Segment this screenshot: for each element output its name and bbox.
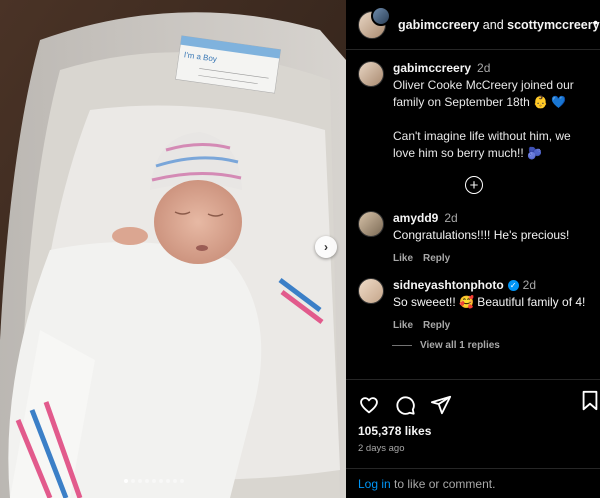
carousel-dots xyxy=(124,479,184,483)
like-comment-link[interactable]: Like xyxy=(393,320,413,331)
post-authors: gabimccreery and scottymccreery xyxy=(398,18,600,32)
carousel-dot xyxy=(166,479,170,483)
like-comment-link[interactable]: Like xyxy=(393,253,413,264)
comment-username[interactable]: sidneyashtonphoto xyxy=(393,278,504,292)
comment-username[interactable]: amydd9 xyxy=(393,211,438,225)
carousel-dot xyxy=(152,479,156,483)
comment-row: sidneyashtonphoto ✓ 2d So sweeet!! 🥰 Beaut… xyxy=(358,277,590,334)
heart-icon[interactable] xyxy=(358,394,380,416)
reply-link[interactable]: Reply xyxy=(423,253,450,264)
verified-badge-icon: ✓ xyxy=(507,280,519,291)
carousel-dot xyxy=(173,479,177,483)
newborn-photo-illustration: I'm a Boy xyxy=(0,0,346,498)
login-prompt: Log in to like or comment. xyxy=(346,468,600,498)
carousel-dot xyxy=(180,479,184,483)
carousel-dot xyxy=(124,479,128,483)
load-more-comments-button[interactable]: + xyxy=(358,176,590,194)
view-replies-link[interactable]: View all 1 replies xyxy=(392,340,590,351)
avatar[interactable] xyxy=(358,61,384,87)
bookmark-icon[interactable] xyxy=(580,390,600,412)
author-username[interactable]: gabimccreery xyxy=(398,18,479,32)
caption-text-2: Can't imagine life without him, we love … xyxy=(393,129,571,160)
carousel-dot xyxy=(159,479,163,483)
plus-circle-icon: + xyxy=(465,176,483,194)
reply-link[interactable]: Reply xyxy=(423,320,450,331)
comment-icon[interactable] xyxy=(394,394,416,416)
avatar[interactable] xyxy=(358,5,391,39)
caption-username[interactable]: gabimccreery xyxy=(393,61,471,75)
login-prompt-text: to like or comment. xyxy=(390,477,496,491)
comment-time: 2d xyxy=(444,211,458,225)
comment-time: 2d xyxy=(522,278,537,292)
login-link[interactable]: Log in xyxy=(358,477,391,491)
coauthor-username[interactable]: scottymccreery xyxy=(507,18,599,32)
caption-time: 2d xyxy=(477,61,491,75)
likes-count[interactable]: 105,378 likes xyxy=(346,420,600,438)
comment-text: Congratulations!!!! He's precious! xyxy=(393,228,570,242)
post-header: gabimccreery and scottymccreery • xyxy=(346,0,600,50)
next-photo-button[interactable]: › xyxy=(315,236,337,258)
caption-row: gabimccreery 2d Oliver Cooke McCreery joi… xyxy=(358,60,590,162)
action-bar xyxy=(346,380,600,420)
comment-text: So sweeet!! 🥰 Beautiful family of 4! xyxy=(393,295,586,309)
carousel-dot xyxy=(138,479,142,483)
post-date: 2 days ago xyxy=(358,443,405,454)
avatar[interactable] xyxy=(358,278,384,304)
chevron-right-icon: › xyxy=(324,240,328,254)
avatar[interactable] xyxy=(358,211,384,237)
post-details-panel: gabimccreery and scottymccreery • gabimc… xyxy=(346,0,600,498)
share-icon[interactable] xyxy=(430,394,452,416)
carousel-dot xyxy=(145,479,149,483)
author-joiner: and xyxy=(479,17,508,32)
more-options-icon[interactable]: • xyxy=(593,14,598,30)
caption-text-1: Oliver Cooke McCreery joined our family … xyxy=(393,78,574,109)
comments-section: gabimccreery 2d Oliver Cooke McCreery joi… xyxy=(346,50,600,380)
carousel-dot xyxy=(131,479,135,483)
post-photo: I'm a Boy › xyxy=(0,0,346,498)
comment-row: amydd9 2d Congratulations!!!! He's precio… xyxy=(358,210,590,267)
